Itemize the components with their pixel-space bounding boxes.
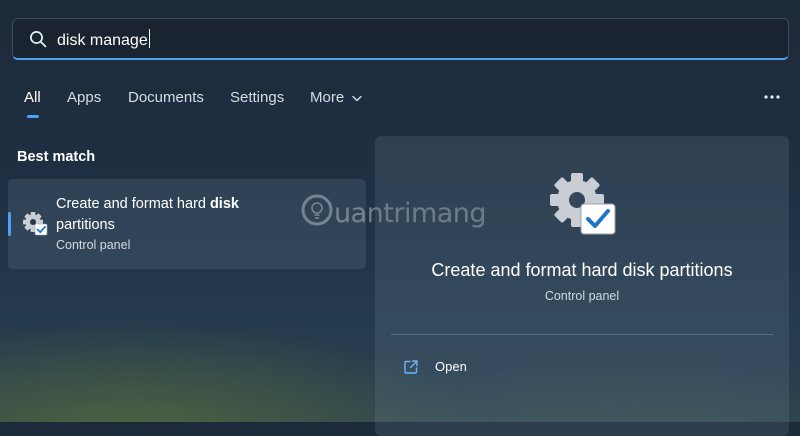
tab-more-label: More: [310, 89, 345, 106]
tab-more[interactable]: More: [310, 89, 363, 106]
detail-divider: [391, 334, 773, 335]
tab-settings[interactable]: Settings: [230, 89, 284, 106]
chevron-down-icon: [352, 95, 363, 101]
text-caret: [148, 29, 150, 48]
open-external-icon: [404, 360, 418, 374]
best-match-heading: Best match: [17, 149, 96, 165]
tab-apps-label: Apps: [67, 89, 102, 106]
tab-apps[interactable]: Apps: [67, 89, 101, 106]
detail-panel: Create and format hard disk partitions C…: [375, 136, 789, 436]
tab-all-label: All: [24, 89, 41, 106]
tab-settings-label: Settings: [230, 89, 285, 106]
tab-documents-label: Documents: [128, 89, 204, 106]
result-title: Create and format hard disk partitions: [56, 196, 239, 233]
best-match-result[interactable]: Create and format hard disk partitions C…: [8, 179, 366, 269]
detail-title: Create and format hard disk partitions: [431, 260, 733, 280]
more-dots-icon: [764, 95, 780, 99]
selection-indicator: [8, 212, 11, 236]
control-panel-gear-check-icon: [550, 173, 616, 235]
search-icon: [30, 31, 47, 48]
control-panel-gear-check-icon: [23, 212, 48, 236]
detail-subtitle: Control panel: [544, 289, 620, 303]
search-input[interactable]: disk manage: [57, 29, 150, 50]
more-options-button[interactable]: [760, 88, 784, 106]
search-box[interactable]: disk manage: [12, 18, 789, 60]
open-action-label: Open: [435, 359, 467, 374]
tab-all[interactable]: All: [24, 89, 41, 118]
result-subtitle: Control panel: [56, 238, 131, 252]
tab-documents[interactable]: Documents: [128, 89, 204, 106]
active-tab-indicator: [27, 115, 39, 118]
